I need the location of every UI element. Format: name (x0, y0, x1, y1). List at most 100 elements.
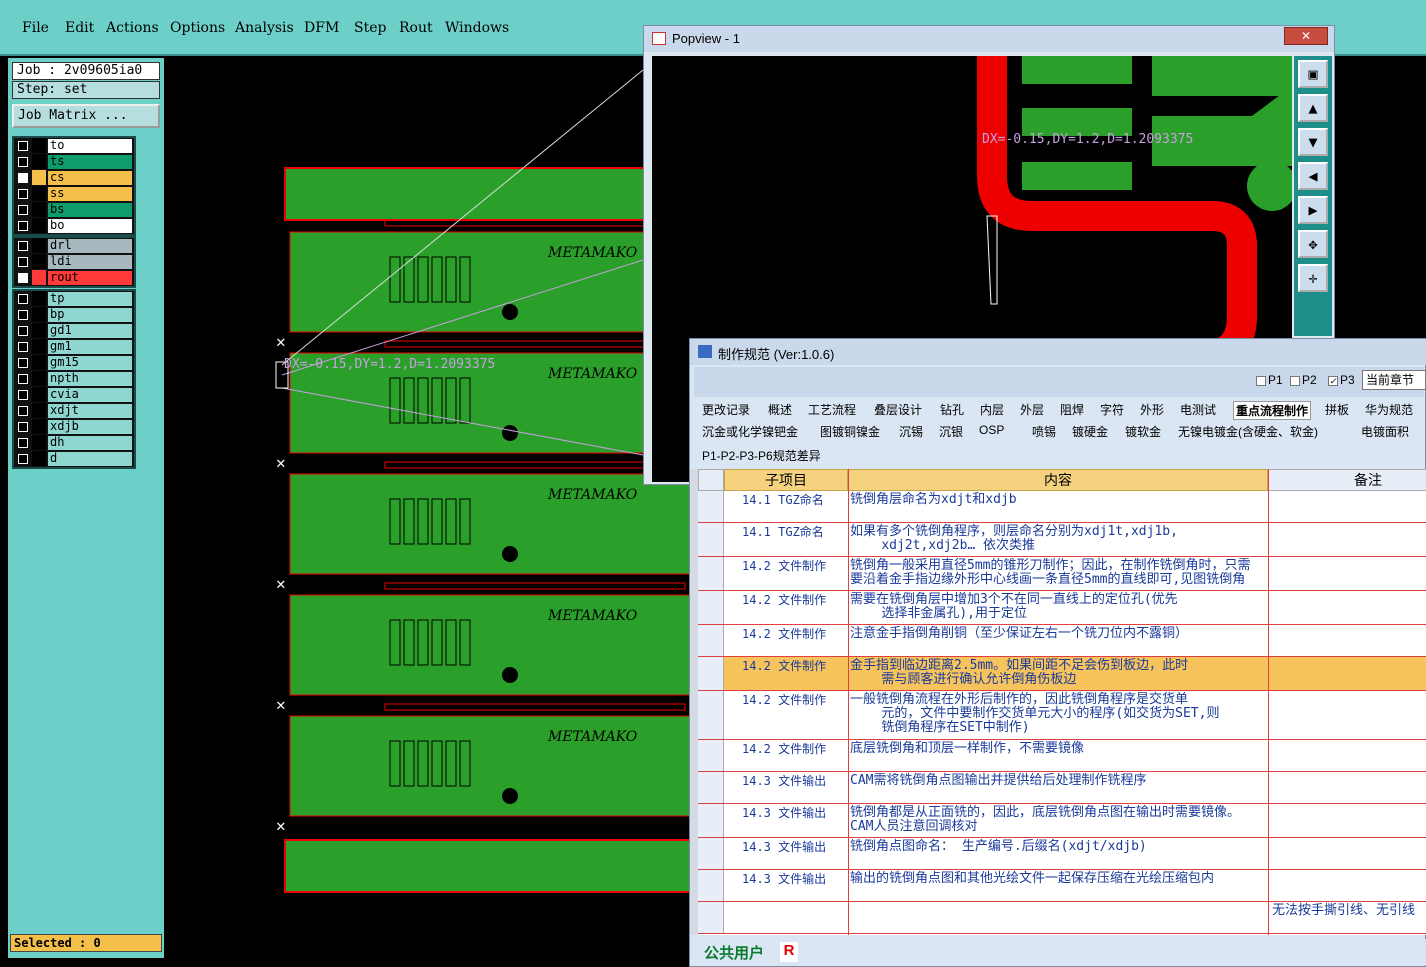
layer-checkbox[interactable] (18, 358, 28, 368)
layer-checkbox[interactable] (18, 221, 28, 231)
layer-checkbox[interactable] (18, 141, 28, 151)
layer-bs[interactable]: bs (14, 202, 134, 218)
col-note[interactable]: 备注 (1268, 469, 1426, 491)
layer-name[interactable]: gd1 (48, 324, 132, 338)
layer-checkbox[interactable] (18, 257, 28, 267)
layer-to[interactable]: to (14, 138, 134, 154)
layer-name[interactable]: bp (48, 308, 132, 322)
tab-11[interactable]: 重点流程制作 (1233, 401, 1312, 420)
row-selector[interactable] (698, 870, 724, 901)
tab-7[interactable]: 阻焊 (1060, 401, 1084, 418)
pan-left-icon[interactable]: ◀ (1298, 162, 1328, 190)
layer-name[interactable]: ss (48, 187, 132, 201)
layer-ts[interactable]: ts (14, 154, 134, 170)
tab-6[interactable]: 镀硬金 (1072, 423, 1108, 440)
layer-tp[interactable]: tp (14, 291, 134, 307)
job-matrix-button[interactable]: Job Matrix ... (12, 104, 160, 128)
layer-name[interactable]: rout (48, 271, 132, 285)
layer-checkbox[interactable] (18, 173, 28, 183)
row-selector[interactable] (698, 523, 724, 556)
table-row[interactable]: 14.1 TGZ命名 铣倒角层命名为xdjt和xdjb (698, 491, 1426, 523)
layer-bp[interactable]: bp (14, 307, 134, 323)
table-row[interactable]: 14.2 文件制作 注意金手指倒角削铜（至少保证左右一个铣刀位内不露铜） (698, 625, 1426, 657)
table-row[interactable]: 14.1 TGZ命名 如果有多个铣倒角程序，则层命名分别为xdj1t,xdj1b,… (698, 523, 1426, 557)
table-row[interactable]: 14.3 文件输出 CAM需将铣倒角点图输出并提供给后处理制作铣程序 (698, 772, 1426, 804)
p3-checkbox[interactable]: ✓ P3 (1328, 373, 1355, 387)
tab-9[interactable]: 电镀面积 (1361, 423, 1409, 440)
layer-checkbox[interactable] (18, 241, 28, 251)
layer-name[interactable]: bs (48, 203, 132, 217)
close-button[interactable]: ✕ (1284, 27, 1328, 45)
layer-name[interactable]: bo (48, 219, 132, 233)
layer-gm15[interactable]: gm15 (14, 355, 134, 371)
col-subitem[interactable]: 子项目 (724, 469, 848, 491)
layer-ldi[interactable]: ldi (14, 254, 134, 270)
layer-bo[interactable]: bo (14, 218, 134, 234)
tab-1[interactable]: 图镀铜镍金 (820, 423, 880, 440)
layer-gd1[interactable]: gd1 (14, 323, 134, 339)
layer-cvia[interactable]: cvia (14, 387, 134, 403)
tab-3[interactable]: 沉银 (939, 423, 963, 440)
menu-options[interactable]: Options (170, 20, 225, 36)
layer-checkbox[interactable] (18, 374, 28, 384)
layer-drl[interactable]: drl (14, 238, 134, 254)
table-row[interactable]: 14.2 文件制作 金手指到临边距离2.5mm。如果间距不足会伤到板边，此时 需与… (698, 657, 1426, 691)
menu-windows[interactable]: Windows (445, 20, 509, 36)
row-selector[interactable] (698, 657, 724, 690)
layer-dh[interactable]: dh (14, 435, 134, 451)
tab-0[interactable]: 更改记录 (702, 401, 750, 418)
pan-right-icon[interactable]: ▶ (1298, 196, 1328, 224)
pcb-board-view[interactable]: METAMAKO ✕ METAMAKO ✕ METAMAKO ✕ METAMAKO ✕ META… (270, 150, 690, 900)
layer-name[interactable]: xdjt (48, 404, 132, 418)
p1-checkbox[interactable]: P1 (1256, 373, 1283, 387)
layer-checkbox[interactable] (18, 422, 28, 432)
pan-down-icon[interactable]: ▼ (1298, 128, 1328, 156)
layer-name[interactable]: cvia (48, 388, 132, 402)
table-row[interactable]: 14.3 文件输出 输出的铣倒角点图和其他光绘文件一起保存压缩在光绘压缩包内 (698, 870, 1426, 902)
layer-name[interactable]: npth (48, 372, 132, 386)
layer-checkbox[interactable] (18, 342, 28, 352)
tab-2[interactable]: 沉锡 (899, 423, 923, 440)
zoom-fit-icon[interactable]: ✥ (1298, 230, 1328, 258)
menu-edit[interactable]: Edit (65, 20, 94, 36)
layer-npth[interactable]: npth (14, 371, 134, 387)
scrollbar[interactable] (690, 469, 698, 935)
layer-checkbox[interactable] (18, 390, 28, 400)
tab-10[interactable]: 电测试 (1180, 401, 1216, 418)
zoom-out-icon[interactable]: ✛ (1298, 264, 1328, 292)
pan-up-icon[interactable]: ▲ (1298, 94, 1328, 122)
menu-rout[interactable]: Rout (399, 20, 433, 36)
row-selector[interactable] (698, 591, 724, 624)
layer-name[interactable]: dh (48, 436, 132, 450)
layer-checkbox[interactable] (18, 205, 28, 215)
layer-checkbox[interactable] (18, 454, 28, 464)
table-row[interactable]: 14.3 文件输出 铣倒角都是从正面铣的，因此，底层铣倒角点图在输出时需要镜像。C… (698, 804, 1426, 838)
layer-gm1[interactable]: gm1 (14, 339, 134, 355)
row-selector[interactable] (698, 557, 724, 590)
tab-7[interactable]: 镀软金 (1125, 423, 1161, 440)
layer-name[interactable]: tp (48, 292, 132, 306)
layer-checkbox[interactable] (18, 310, 28, 320)
p2-checkbox[interactable]: P2 (1290, 373, 1317, 387)
layer-name[interactable]: cs (48, 171, 132, 185)
tab-13[interactable]: 华为规范 (1365, 401, 1413, 418)
tab-0[interactable]: 沉金或化学镍钯金 (702, 423, 798, 440)
menu-actions[interactable]: Actions (106, 20, 159, 36)
layer-d[interactable]: d (14, 451, 134, 467)
menu-file[interactable]: File (22, 20, 49, 36)
layer-rout[interactable]: rout (14, 270, 134, 286)
layer-name[interactable]: gm1 (48, 340, 132, 354)
layer-name[interactable]: xdjb (48, 420, 132, 434)
row-selector[interactable] (698, 772, 724, 803)
layer-name[interactable]: d (48, 452, 132, 466)
tab-diff[interactable]: P1-P2-P3-P6规范差异 (702, 447, 821, 464)
tab-9[interactable]: 外形 (1140, 401, 1164, 418)
tab-12[interactable]: 拼板 (1325, 401, 1349, 418)
row-selector[interactable] (698, 491, 724, 522)
tab-2[interactable]: 工艺流程 (808, 401, 856, 418)
table-row[interactable]: 14.2 文件制作 一般铣倒角流程在外形后制作的，因此铣倒角程序是交货单 元的，文… (698, 691, 1426, 740)
layer-name[interactable]: ldi (48, 255, 132, 269)
tab-3[interactable]: 叠层设计 (874, 401, 922, 418)
tab-8[interactable]: 字符 (1100, 401, 1124, 418)
tab-5[interactable]: 内层 (980, 401, 1004, 418)
